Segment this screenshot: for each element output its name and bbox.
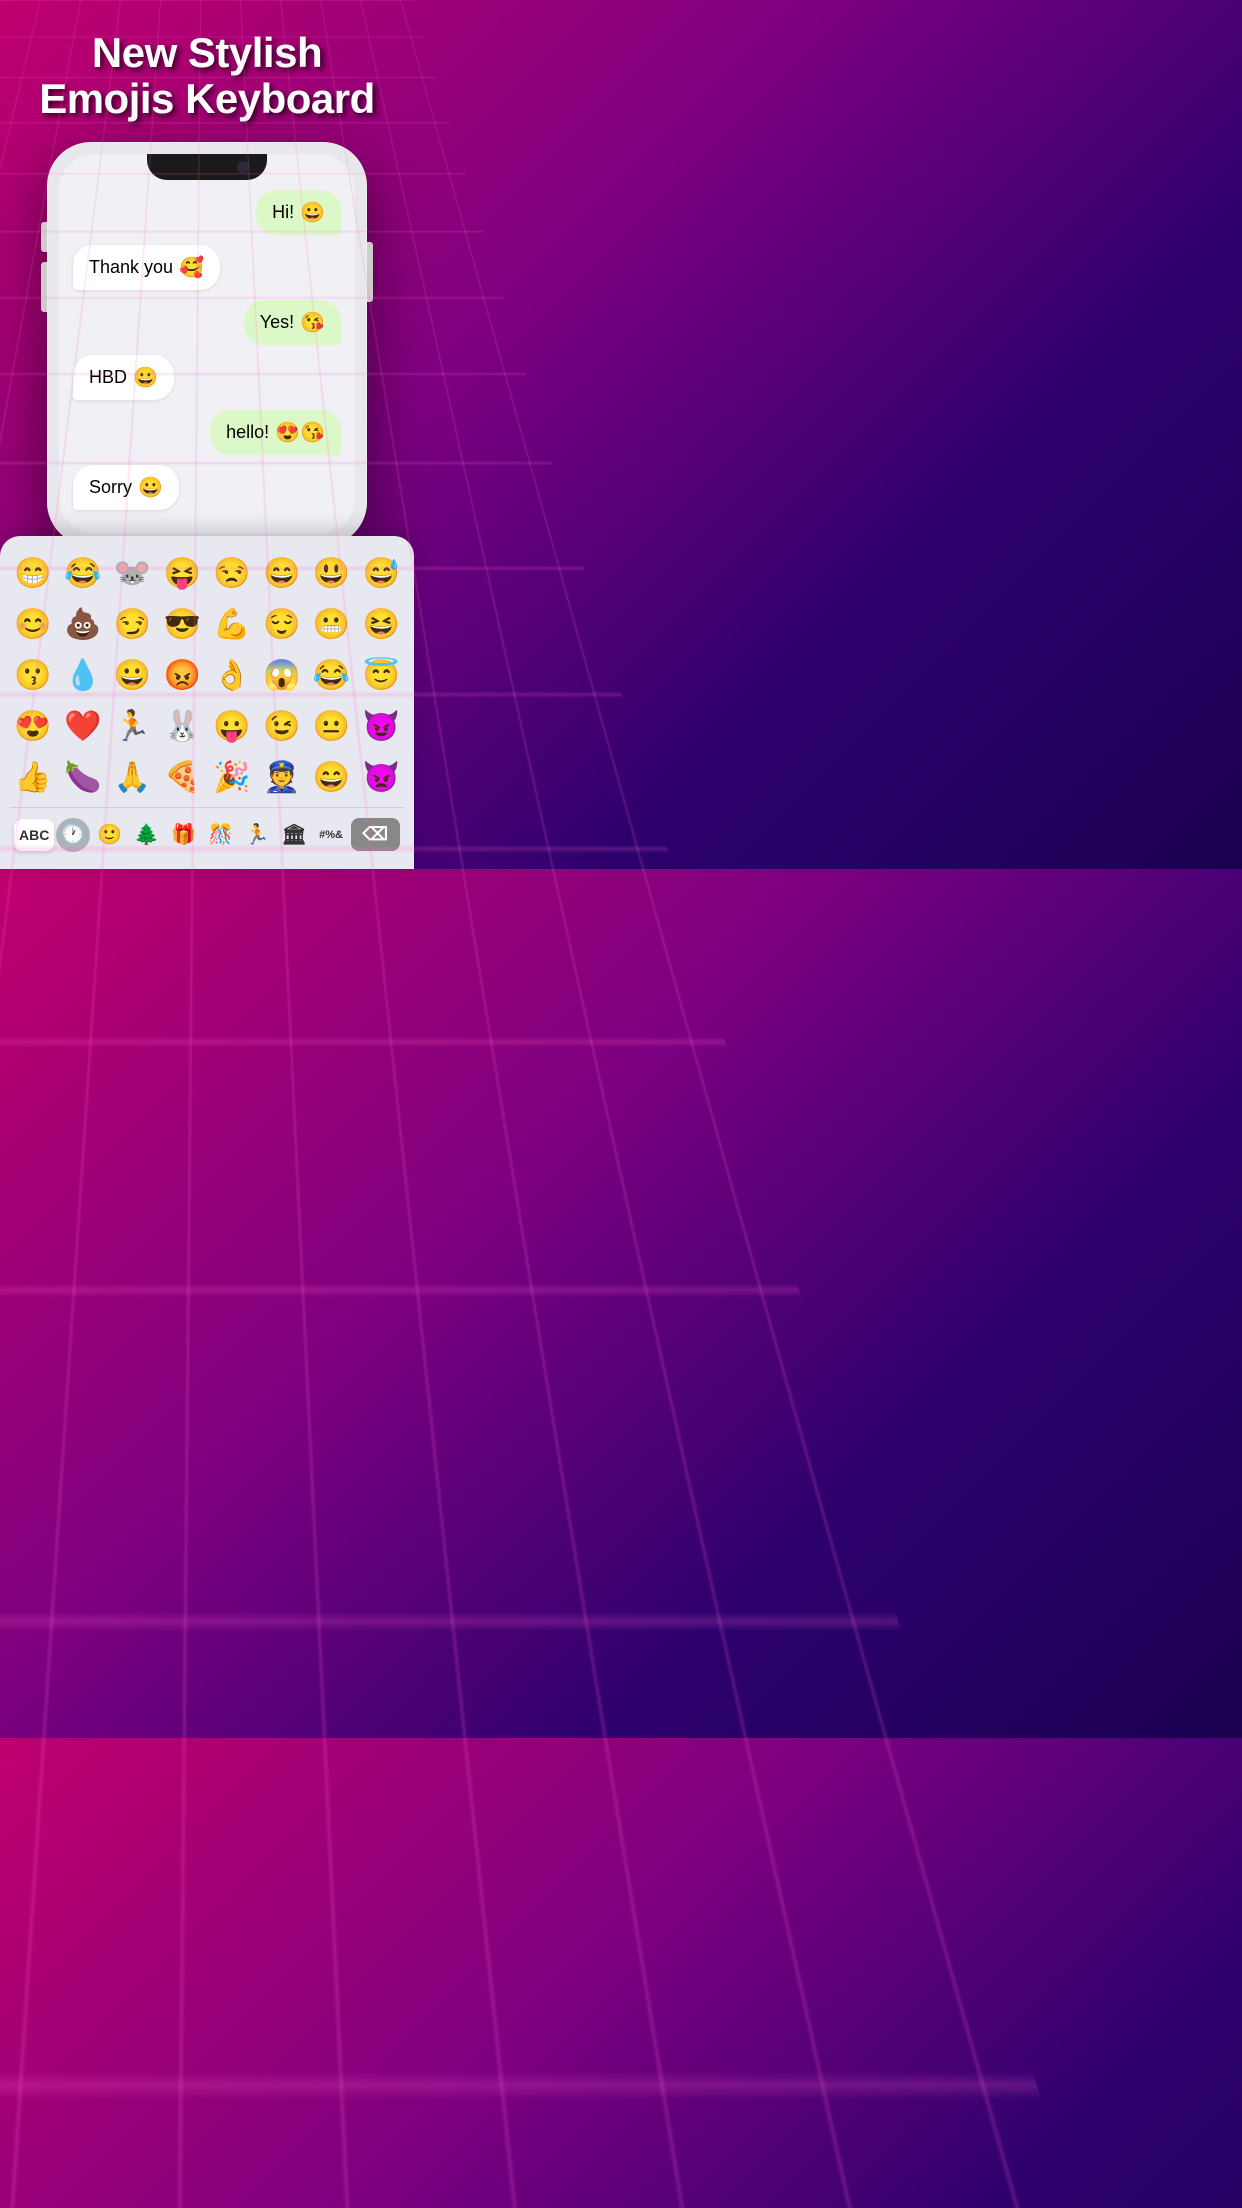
message-text-2: Thank you [89,257,173,278]
buildings-emojis-button[interactable]: 🏛 [277,814,312,855]
emoji-stuck-out-tongue[interactable]: 😝 [159,552,205,595]
run-icon: 🏃 [245,822,270,847]
symbols-button[interactable]: #%& [314,821,349,849]
emoji-grin[interactable]: 😁 [10,552,56,595]
emoji-police-officer[interactable]: 👮 [259,756,305,799]
emoji-runner[interactable]: 🏃 [110,705,156,748]
emoji-grid-row1: 😁 😂 🐭 😝 😒 😄 😃 😅 [10,552,404,595]
clock-icon: 🕐 [61,822,86,847]
emoji-pray[interactable]: 🙏 [110,756,156,799]
nature-emojis-button[interactable]: 🌲 [129,814,164,855]
emoji-smile[interactable]: 😄 [259,552,305,595]
emoji-wink[interactable]: 😉 [259,705,305,748]
chat-area: Hi! 😀 Thank you 🥰 Yes! 😘 HBD 😀 [59,180,355,524]
emoji-droplets[interactable]: 💧 [60,654,106,697]
abc-button[interactable]: ABC [14,819,54,851]
emoji-smiley[interactable]: 😃 [309,552,355,595]
face-icon: 🙂 [97,822,122,847]
message-emoji-2: 🥰 [179,255,204,280]
message-bubble-2: Thank you 🥰 [73,245,220,290]
emoji-poop[interactable]: 💩 [60,603,106,646]
emoji-innocent[interactable]: 😇 [358,654,404,697]
tree-icon: 🌲 [134,822,159,847]
face-emojis-button[interactable]: 🙂 [92,814,127,855]
message-emoji-5: 😍😘 [275,420,325,445]
message-emoji-4: 😀 [133,365,158,390]
keyboard-toolbar: ABC 🕐 🙂 🌲 🎁 🎊 🏃 🏛 [10,807,404,859]
message-bubble-4: HBD 😀 [73,355,174,400]
emoji-thumbsup[interactable]: 👍 [10,756,56,799]
objects-emojis-button[interactable]: 🎁 [166,814,201,855]
app-title: New Stylish Emojis Keyboard [0,0,414,142]
message-text-6: Sorry [89,477,132,498]
travel-emojis-button[interactable]: 🏃 [240,814,275,855]
building-icon: 🏛 [281,822,306,847]
emoji-heart-eyes[interactable]: 😍 [10,705,56,748]
delete-button[interactable]: ⌫ [351,818,400,851]
message-bubble-5: hello! 😍😘 [210,410,341,455]
emoji-ok-hand[interactable]: 👌 [209,654,255,697]
emoji-sweat-smile[interactable]: 😅 [358,552,404,595]
activity-emojis-button[interactable]: 🎊 [203,814,238,855]
emoji-grid-row5: 👍 🍆 🙏 🍕 🎉 👮 😄 👿 [10,756,404,799]
emoji-imp[interactable]: 😈 [358,705,404,748]
emoji-tongue[interactable]: 😛 [209,705,255,748]
emoji-neutral[interactable]: 😐 [309,705,355,748]
message-emoji-1: 😀 [300,200,325,225]
message-emoji-6: 😀 [138,475,163,500]
emoji-red-heart[interactable]: ❤️ [60,705,106,748]
emoji-grid-row4: 😍 ❤️ 🏃 🐰 😛 😉 😐 😈 [10,705,404,748]
message-text-5: hello! [226,422,269,443]
emoji-grimacing[interactable]: 😬 [309,603,355,646]
recent-emojis-button[interactable]: 🕐 [56,818,90,852]
emoji-smile2[interactable]: 😄 [309,756,355,799]
emoji-grid-row2: 😊 💩 😏 😎 💪 😌 😬 😆 [10,603,404,646]
message-text-4: HBD [89,367,127,388]
emoji-joy[interactable]: 😂 [309,654,355,697]
phone-notch [147,154,267,180]
message-text-3: Yes! [260,312,294,333]
emoji-muscle[interactable]: 💪 [209,603,255,646]
emoji-party-popper[interactable]: 🎉 [209,756,255,799]
symbol-icon: #%& [319,829,343,841]
message-bubble-1: Hi! 😀 [256,190,341,235]
phone-button-left2 [41,262,47,312]
delete-icon: ⌫ [363,824,388,845]
emoji-devil[interactable]: 👿 [358,756,404,799]
emoji-smirk[interactable]: 😏 [110,603,156,646]
emoji-blush[interactable]: 😊 [10,603,56,646]
emoji-mouse[interactable]: 🐭 [110,552,156,595]
phone-button-right [367,242,373,302]
message-text-1: Hi! [272,202,294,223]
phone-button-left1 [41,222,47,252]
emoji-keyboard: 😁 😂 🐭 😝 😒 😄 😃 😅 😊 💩 😏 😎 💪 😌 😬 😆 😗 💧 😀 [0,536,414,869]
emoji-unamused[interactable]: 😒 [209,552,255,595]
emoji-kissing-heart[interactable]: 😗 [10,654,56,697]
emoji-laugh-cry[interactable]: 😂 [60,552,106,595]
party-icon: 🎊 [208,822,233,847]
emoji-eggplant[interactable]: 🍆 [60,756,106,799]
emoji-grid-row3: 😗 💧 😀 😡 👌 😱 😂 😇 [10,654,404,697]
emoji-laughing[interactable]: 😆 [358,603,404,646]
emoji-sunglasses[interactable]: 😎 [159,603,205,646]
emoji-rabbit[interactable]: 🐰 [159,705,205,748]
phone-mockup: Hi! 😀 Thank you 🥰 Yes! 😘 HBD 😀 [47,142,367,546]
emoji-pizza[interactable]: 🍕 [159,756,205,799]
emoji-angry[interactable]: 😡 [159,654,205,697]
gift-icon: 🎁 [171,822,196,847]
message-emoji-3: 😘 [300,310,325,335]
message-bubble-6: Sorry 😀 [73,465,179,510]
emoji-relieved[interactable]: 😌 [259,603,305,646]
message-bubble-3: Yes! 😘 [244,300,341,345]
emoji-grinning[interactable]: 😀 [110,654,156,697]
emoji-scream[interactable]: 😱 [259,654,305,697]
